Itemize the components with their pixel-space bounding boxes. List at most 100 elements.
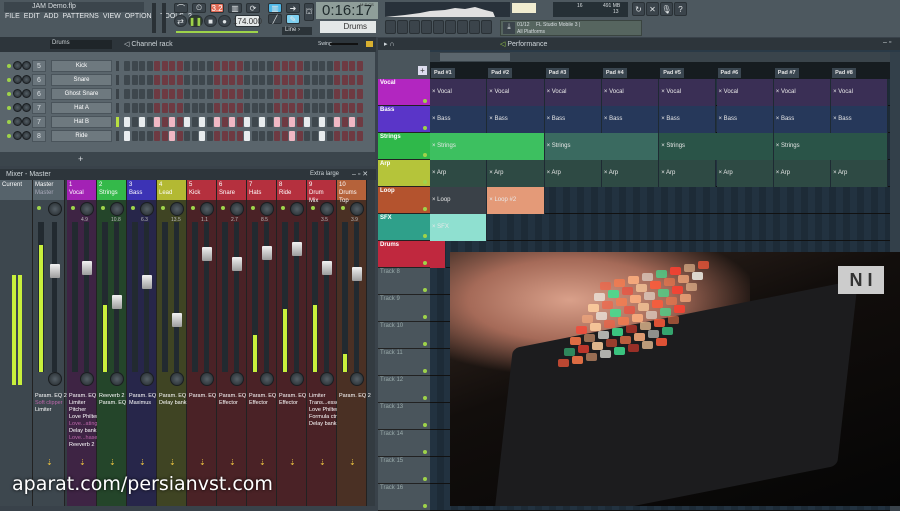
add-track-icon[interactable]: +	[418, 66, 427, 75]
mixer-strip-snare[interactable]: 6 Snare 2.7 Param. EQ 2 Effector ⇣	[217, 180, 251, 506]
step-button[interactable]	[199, 89, 205, 99]
step-button[interactable]	[229, 75, 235, 85]
track-header[interactable]: Track 14	[378, 430, 430, 457]
channel-mute-led[interactable]	[7, 120, 11, 124]
step-button[interactable]	[326, 89, 333, 99]
step-button[interactable]	[146, 131, 153, 141]
scrollbar-thumb[interactable]	[440, 53, 510, 61]
channel-mixer-track[interactable]: 8	[32, 130, 46, 142]
step-button[interactable]	[259, 103, 265, 113]
step-button[interactable]	[176, 131, 183, 141]
step-button[interactable]	[319, 89, 325, 99]
pan-knob[interactable]	[200, 202, 214, 216]
mute-led[interactable]	[221, 206, 225, 210]
record-button[interactable]: ●	[218, 15, 231, 27]
stereo-knob[interactable]	[140, 372, 154, 386]
channel-volume-knob[interactable]	[22, 75, 31, 84]
step-button[interactable]	[274, 103, 280, 113]
step-button[interactable]	[146, 117, 153, 127]
mixer-strip-master[interactable]: Master Master Param. EQ 2 Soft clipper Limi…	[33, 180, 67, 506]
track-header[interactable]: Loop	[378, 187, 430, 214]
step-button[interactable]	[184, 89, 190, 99]
pan-knob[interactable]	[230, 202, 244, 216]
clip[interactable]: × Vocal	[544, 79, 602, 106]
track-header[interactable]: Arp	[378, 160, 430, 187]
track-header[interactable]: Vocal	[378, 79, 430, 106]
pan-knob[interactable]	[110, 202, 124, 216]
clip[interactable]: × Bass	[544, 106, 602, 133]
step-button[interactable]	[229, 103, 235, 113]
step-button[interactable]	[191, 117, 198, 127]
brush-icon[interactable]: ╱	[268, 14, 282, 24]
step-button[interactable]	[139, 117, 145, 127]
metronome-button[interactable]: ⌒	[174, 3, 188, 13]
piano-roll-view-button[interactable]	[397, 20, 408, 34]
channel-mixer-track[interactable]: 6	[32, 74, 46, 86]
step-button[interactable]	[169, 89, 175, 99]
step-button[interactable]	[334, 89, 340, 99]
step-button[interactable]	[349, 131, 355, 141]
step-button[interactable]	[124, 89, 130, 99]
track-enable-led[interactable]	[423, 342, 427, 346]
song-position-slider[interactable]	[176, 31, 258, 33]
track-lane[interactable]: × Loop × Loop #2	[430, 187, 890, 214]
track-header[interactable]: Track 12	[378, 376, 430, 403]
step-button[interactable]	[214, 117, 220, 127]
mute-led[interactable]	[341, 206, 345, 210]
step-button[interactable]	[131, 75, 138, 85]
track-enable-led[interactable]	[423, 153, 427, 157]
mixer-size-select[interactable]: Extra large	[310, 171, 339, 177]
step-button[interactable]	[199, 117, 205, 127]
clip[interactable]: × Arp	[659, 160, 717, 187]
step-button[interactable]	[169, 117, 175, 127]
pad-marker[interactable]: Pad #1	[431, 68, 455, 78]
track-header[interactable]: Track 15	[378, 457, 430, 484]
step-button[interactable]	[319, 117, 325, 127]
clip[interactable]: × Bass	[430, 106, 488, 133]
clip[interactable]: × Arp	[831, 160, 889, 187]
mute-led[interactable]	[281, 206, 285, 210]
step-button[interactable]	[221, 89, 228, 99]
step-button[interactable]	[251, 117, 258, 127]
step-button[interactable]	[296, 117, 303, 127]
clip[interactable]: × Vocal	[430, 79, 488, 106]
step-button[interactable]	[161, 103, 168, 113]
track-lane[interactable]: × Bass × Bass × Bass × Bass × Bass × Bass × Ba…	[430, 106, 890, 133]
step-button[interactable]	[124, 103, 130, 113]
step-button[interactable]	[176, 103, 183, 113]
mixer-view-button[interactable]	[421, 20, 432, 34]
step-button[interactable]	[206, 117, 213, 127]
clip[interactable]: × Bass	[659, 106, 717, 133]
step-button[interactable]	[356, 131, 363, 141]
menu-edit[interactable]: EDIT	[24, 13, 40, 20]
step-button[interactable]	[251, 103, 258, 113]
step-button[interactable]	[214, 89, 220, 99]
route-arrow-icon[interactable]: ⇣	[229, 458, 236, 467]
step-button[interactable]	[289, 103, 295, 113]
step-button[interactable]	[214, 61, 220, 71]
track-lane[interactable]: × Arp × Arp × Arp × Arp × Arp × Arp × Arp × Arp	[430, 160, 890, 187]
step-button[interactable]	[124, 131, 130, 141]
track-header[interactable]: Bass	[378, 106, 430, 133]
step-button[interactable]	[319, 131, 325, 141]
step-button[interactable]	[334, 131, 340, 141]
step-button[interactable]	[251, 131, 258, 141]
step-button[interactable]	[176, 61, 183, 71]
mute-led[interactable]	[71, 206, 75, 210]
step-button[interactable]	[221, 75, 228, 85]
add-channel-button[interactable]: +	[78, 154, 83, 164]
refresh-icon[interactable]: ↻	[632, 2, 645, 16]
track-enable-led[interactable]	[423, 288, 427, 292]
wait-input-button[interactable]: ⏲	[192, 3, 206, 13]
route-arrow-icon[interactable]: ⇣	[349, 458, 356, 467]
step-button[interactable]	[281, 61, 288, 71]
step-button[interactable]	[259, 61, 265, 71]
step-button[interactable]	[206, 61, 213, 71]
mute-led[interactable]	[161, 206, 165, 210]
volume-fader[interactable]	[112, 294, 122, 309]
play-pause-button[interactable]: ❚❚	[188, 15, 203, 27]
track-lane[interactable]: × Strings × Strings × Strings × Strings	[430, 133, 890, 160]
menu-file[interactable]: FILE	[5, 13, 20, 20]
step-button[interactable]	[154, 117, 160, 127]
track-enable-led[interactable]	[423, 450, 427, 454]
